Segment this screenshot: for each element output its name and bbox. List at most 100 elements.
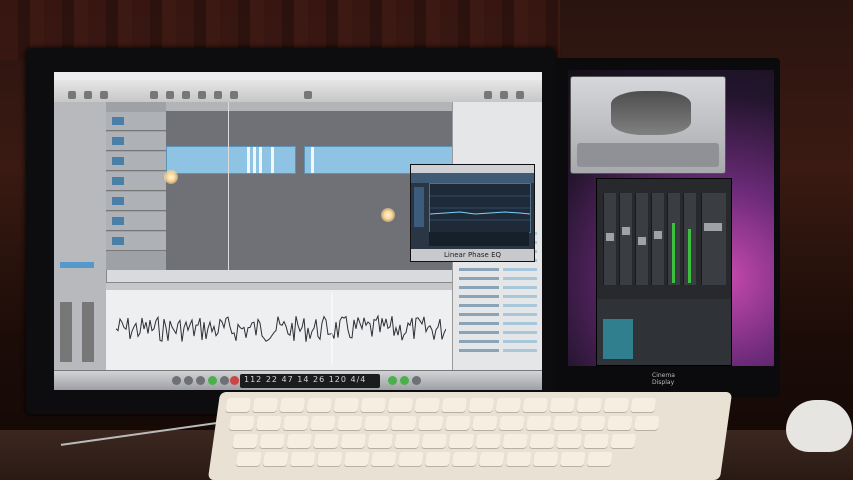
toolbar-button[interactable] [182,91,190,99]
toolbar-button[interactable] [68,91,76,99]
browser-row-value [503,322,537,325]
plugin-slot[interactable] [603,319,633,359]
toolbar-button[interactable] [198,91,206,99]
mixer-channel-strip[interactable] [603,193,616,285]
plugin-name: Linear Phase EQ [411,249,534,261]
track-header[interactable] [106,212,166,231]
keyboard-key [633,416,660,430]
browser-row[interactable] [459,313,499,316]
synth-controls[interactable] [577,143,719,167]
keyboard-key [417,416,444,430]
toolbar-button[interactable] [214,91,222,99]
mixer-window[interactable] [596,178,732,366]
play-button[interactable] [208,376,217,385]
keyboard-key [586,452,613,466]
solo-button[interactable] [412,376,421,385]
track-header[interactable] [106,152,166,171]
eq-plugin-window[interactable]: Linear Phase EQ [410,164,535,262]
keyboard-key [424,452,451,466]
browser-row[interactable] [459,349,499,352]
keyboard-key [367,434,394,448]
keyboard-key [336,416,363,430]
playhead[interactable] [228,102,229,270]
keyboard-key [289,452,316,466]
master-fader[interactable] [704,223,722,231]
pause-button[interactable] [220,376,229,385]
record-button[interactable] [230,376,239,385]
track-header[interactable] [106,232,166,251]
channel-fader[interactable] [60,302,72,362]
browser-row[interactable] [459,331,499,334]
keyboard-key [468,398,495,412]
track-icon [112,137,124,145]
light-reflection [164,170,178,184]
metronome-button[interactable] [400,376,409,385]
transport-bar: 112 22 47 14 26 120 4/4 [54,370,542,390]
eq-parameter-values[interactable] [429,232,529,246]
mixer-channel-strip[interactable] [683,193,696,285]
mixer-channel-strip[interactable] [651,193,664,285]
audio-region[interactable] [166,146,296,174]
browser-row[interactable] [459,340,499,343]
keyboard-key [262,452,289,466]
channel-fader[interactable] [82,302,94,362]
browser-row-value [503,349,537,352]
toolbar-button[interactable] [100,91,108,99]
keyboard-key [235,452,262,466]
stop-button[interactable] [196,376,205,385]
region-marker [253,147,256,173]
synth-plugin-window[interactable] [570,76,726,174]
toolbar-button[interactable] [166,91,174,99]
channel-fader[interactable] [622,227,630,235]
plugin-band-controls[interactable] [411,173,534,183]
keyboard-key [441,398,468,412]
keyboard-key [505,452,532,466]
browser-row-value [503,286,537,289]
toolbar-button[interactable] [230,91,238,99]
toolbar-button[interactable] [484,91,492,99]
toolbar-button[interactable] [84,91,92,99]
sample-editor[interactable] [106,282,452,371]
toolbar-button[interactable] [304,91,312,99]
keyboard-key [556,434,583,448]
track-header[interactable] [106,112,166,131]
keyboard-key [471,416,498,430]
browser-row[interactable] [459,295,499,298]
mixer-channel-strip[interactable] [619,193,632,285]
keyboard-key [498,416,525,430]
mixer-channel-strip[interactable] [667,193,680,285]
forward-button[interactable] [184,376,193,385]
gain-slider[interactable] [414,187,424,227]
track-header[interactable] [106,192,166,211]
toolbar-button[interactable] [150,91,158,99]
track-header[interactable] [106,172,166,191]
keyboard-key [552,416,579,430]
track-icon [112,217,124,225]
browser-row[interactable] [459,304,499,307]
master-strip[interactable] [701,193,726,285]
browser-row-value [503,295,537,298]
toolbar-button[interactable] [500,91,508,99]
cycle-button[interactable] [388,376,397,385]
channel-fader[interactable] [606,233,614,241]
track-icon [112,197,124,205]
browser-row-value [503,340,537,343]
track-header[interactable] [106,132,166,151]
insert-slot[interactable] [60,262,94,268]
browser-row[interactable] [459,268,499,271]
plugin-title-bar[interactable] [411,165,534,173]
rewind-button[interactable] [172,376,181,385]
keyboard-key [259,434,286,448]
keyboard-key [397,452,424,466]
eq-curve-graph[interactable] [429,183,531,233]
transport-display: 112 22 47 14 26 120 4/4 [240,374,380,388]
mixer-channel-strip[interactable] [635,193,648,285]
toolbar-button[interactable] [516,91,524,99]
browser-row[interactable] [459,286,499,289]
browser-row[interactable] [459,277,499,280]
channel-fader[interactable] [654,231,662,239]
channel-fader[interactable] [638,237,646,245]
browser-row[interactable] [459,322,499,325]
region-marker [311,147,314,173]
timeline-ruler[interactable] [166,102,452,111]
